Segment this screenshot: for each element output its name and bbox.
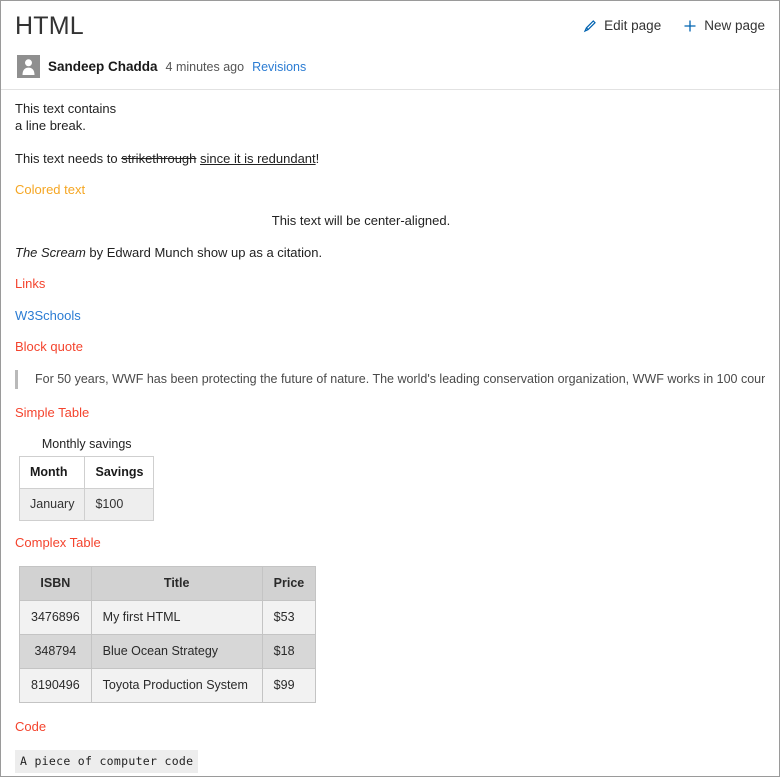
table-row: 3476896 My first HTML $53 bbox=[19, 600, 317, 635]
code-heading: Code bbox=[15, 719, 47, 734]
table-row: January $100 bbox=[18, 488, 155, 521]
column-header-price: Price bbox=[261, 566, 317, 601]
author-name: Sandeep Chadda bbox=[48, 59, 158, 74]
citation-paragraph: The Scream by Edward Munch show up as a … bbox=[15, 244, 765, 261]
blockquote-heading: Block quote bbox=[15, 339, 83, 354]
complex-table-head: ISBN Title Price bbox=[19, 566, 317, 601]
line-break-paragraph: This text contains a line break. bbox=[15, 100, 765, 134]
author-row: Sandeep Chadda 4 minutes ago Revisions bbox=[1, 41, 779, 89]
cell-savings: $100 bbox=[84, 488, 155, 521]
table-row: 348794 Blue Ocean Strategy $18 bbox=[19, 634, 317, 669]
blockquote: For 50 years, WWF has been protecting th… bbox=[15, 370, 765, 389]
table-header-row: Month Savings bbox=[18, 456, 155, 489]
cell-title: Blue Ocean Strategy bbox=[90, 634, 263, 669]
simple-table-body: January $100 bbox=[18, 488, 155, 521]
complex-table-body: 3476896 My first HTML $53 348794 Blue Oc… bbox=[19, 600, 317, 703]
complex-table: ISBN Title Price 3476896 My first HTML $… bbox=[19, 566, 317, 703]
cell-isbn: 8190496 bbox=[19, 668, 92, 703]
citation-title: The Scream bbox=[15, 245, 86, 260]
table-row: 8190496 Toyota Production System $99 bbox=[19, 668, 317, 703]
cell-isbn: 348794 bbox=[19, 634, 92, 669]
simple-table: Monthly savings Month Savings January $1… bbox=[18, 436, 155, 521]
cell-price: $18 bbox=[261, 634, 317, 669]
strike-suffix: ! bbox=[315, 151, 320, 166]
cell-price: $99 bbox=[261, 668, 317, 703]
line-break-line-2: a line break. bbox=[15, 118, 86, 133]
code-snippet: A piece of computer code bbox=[15, 750, 199, 773]
new-page-label: New page bbox=[704, 18, 765, 33]
w3schools-link[interactable]: W3Schools bbox=[15, 307, 81, 324]
simple-table-heading: Simple Table bbox=[15, 405, 90, 420]
cell-isbn: 3476896 bbox=[19, 600, 92, 635]
cell-title: My first HTML bbox=[90, 600, 263, 635]
strike-prefix: This text needs to bbox=[15, 151, 122, 166]
line-break-line-1: This text contains bbox=[15, 101, 117, 116]
column-header-isbn: ISBN bbox=[19, 566, 92, 601]
complex-table-wrapper: ISBN Title Price 3476896 My first HTML $… bbox=[19, 566, 765, 703]
simple-table-head: Month Savings bbox=[18, 456, 155, 489]
column-header-savings: Savings bbox=[84, 456, 155, 489]
user-avatar-icon bbox=[22, 59, 35, 75]
plus-icon bbox=[683, 19, 697, 33]
cell-title: Toyota Production System bbox=[90, 668, 263, 703]
author-timestamp: 4 minutes ago bbox=[165, 59, 245, 74]
colored-text: Colored text bbox=[15, 182, 86, 197]
cell-month: January bbox=[18, 488, 86, 521]
simple-table-caption: Monthly savings bbox=[41, 437, 132, 451]
page-header: HTML Edit page New page bbox=[1, 1, 779, 41]
simple-table-wrapper: Monthly savings Month Savings January $1… bbox=[18, 436, 765, 521]
strikethrough-paragraph: This text needs to strikethrough since i… bbox=[15, 150, 765, 167]
complex-table-heading: Complex Table bbox=[15, 535, 101, 550]
pencil-icon bbox=[583, 19, 597, 33]
center-aligned-text: This text will be center-aligned. bbox=[271, 213, 451, 228]
wiki-page: HTML Edit page New page Sandeep Chadda 4… bbox=[0, 0, 780, 777]
page-content: This text contains a line break. This te… bbox=[1, 90, 779, 776]
strikethrough-text: strikethrough bbox=[121, 151, 197, 166]
column-header-month: Month bbox=[18, 456, 86, 489]
table-header-row: ISBN Title Price bbox=[19, 566, 317, 601]
cell-price: $53 bbox=[261, 600, 317, 635]
revisions-link[interactable]: Revisions bbox=[252, 60, 306, 74]
citation-rest: by Edward Munch show up as a citation. bbox=[85, 245, 323, 260]
column-header-title: Title bbox=[90, 566, 263, 601]
links-heading: Links bbox=[15, 276, 46, 291]
header-actions: Edit page New page bbox=[583, 11, 765, 33]
avatar bbox=[17, 55, 40, 78]
underlined-text: since it is redundant bbox=[200, 151, 316, 166]
edit-page-button[interactable]: Edit page bbox=[583, 18, 661, 33]
edit-page-label: Edit page bbox=[604, 18, 662, 33]
new-page-button[interactable]: New page bbox=[683, 18, 765, 33]
page-title: HTML bbox=[15, 12, 84, 40]
